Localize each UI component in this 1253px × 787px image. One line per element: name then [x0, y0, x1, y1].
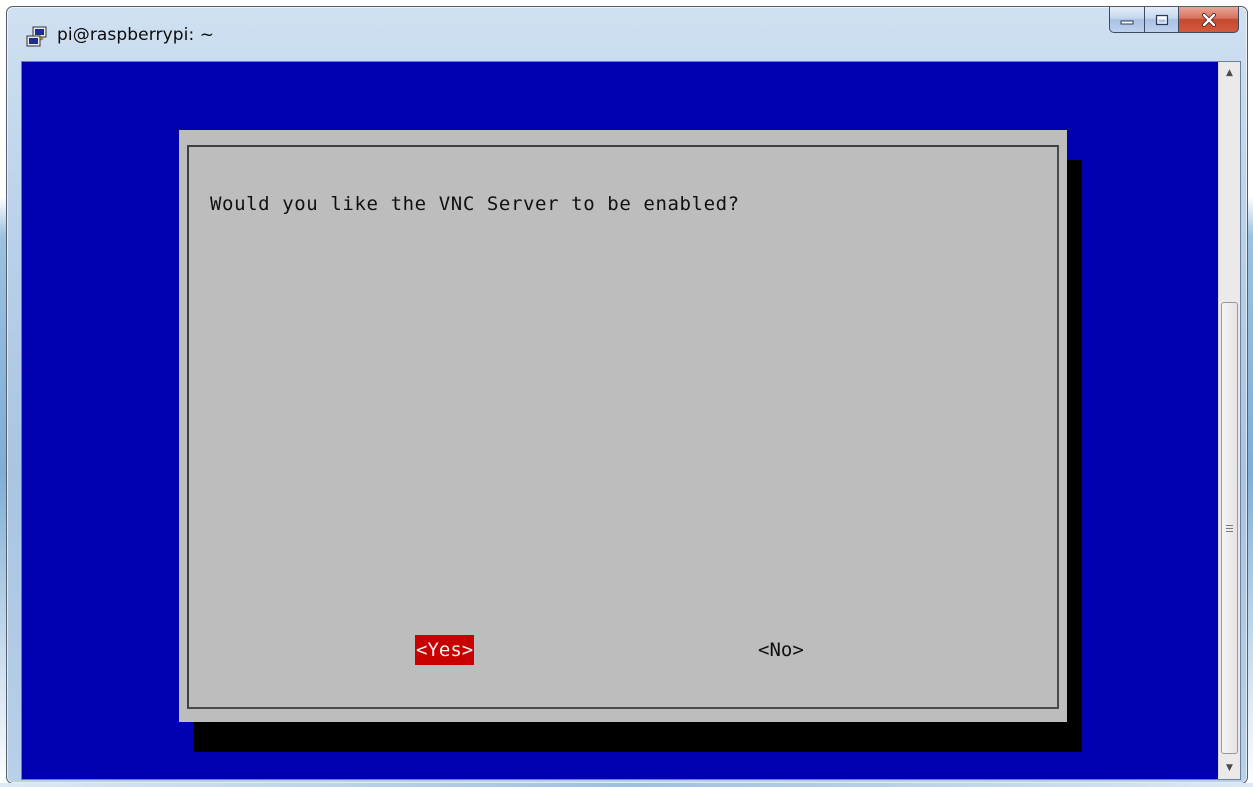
minimize-icon: [1120, 20, 1134, 24]
arrow-down-icon: ▼: [1226, 763, 1233, 773]
putty-window: pi@raspberrypi: ~ Would you like the VNC…: [6, 6, 1248, 784]
scroll-thumb[interactable]: [1221, 302, 1238, 754]
terminal-client-area: Would you like the VNC Server to be enab…: [21, 61, 1241, 780]
close-icon: [1201, 12, 1216, 27]
window-title: pi@raspberrypi: ~: [57, 25, 215, 45]
minimize-button[interactable]: [1109, 7, 1145, 33]
taskbar-edge: [0, 783, 1253, 787]
putty-icon: [26, 26, 47, 47]
caption-buttons: [1109, 7, 1239, 33]
maximize-icon: [1155, 14, 1168, 25]
close-button[interactable]: [1179, 7, 1239, 33]
scroll-down-button[interactable]: ▼: [1219, 757, 1240, 779]
title-bar[interactable]: pi@raspberrypi: ~: [7, 7, 1247, 61]
maximize-button[interactable]: [1145, 7, 1179, 33]
terminal-screen[interactable]: Would you like the VNC Server to be enab…: [22, 62, 1218, 779]
no-button[interactable]: <No>: [757, 635, 805, 665]
arrow-up-icon: ▲: [1226, 68, 1233, 78]
dialog-border: Would you like the VNC Server to be enab…: [187, 145, 1059, 709]
yes-button[interactable]: <Yes>: [415, 635, 475, 665]
vertical-scrollbar[interactable]: ▲ ▼: [1218, 62, 1240, 779]
dialog-prompt: Would you like the VNC Server to be enab…: [210, 193, 740, 215]
vnc-dialog: Would you like the VNC Server to be enab…: [179, 130, 1067, 722]
grip-icon: [1226, 524, 1233, 532]
scroll-up-button[interactable]: ▲: [1219, 62, 1240, 84]
